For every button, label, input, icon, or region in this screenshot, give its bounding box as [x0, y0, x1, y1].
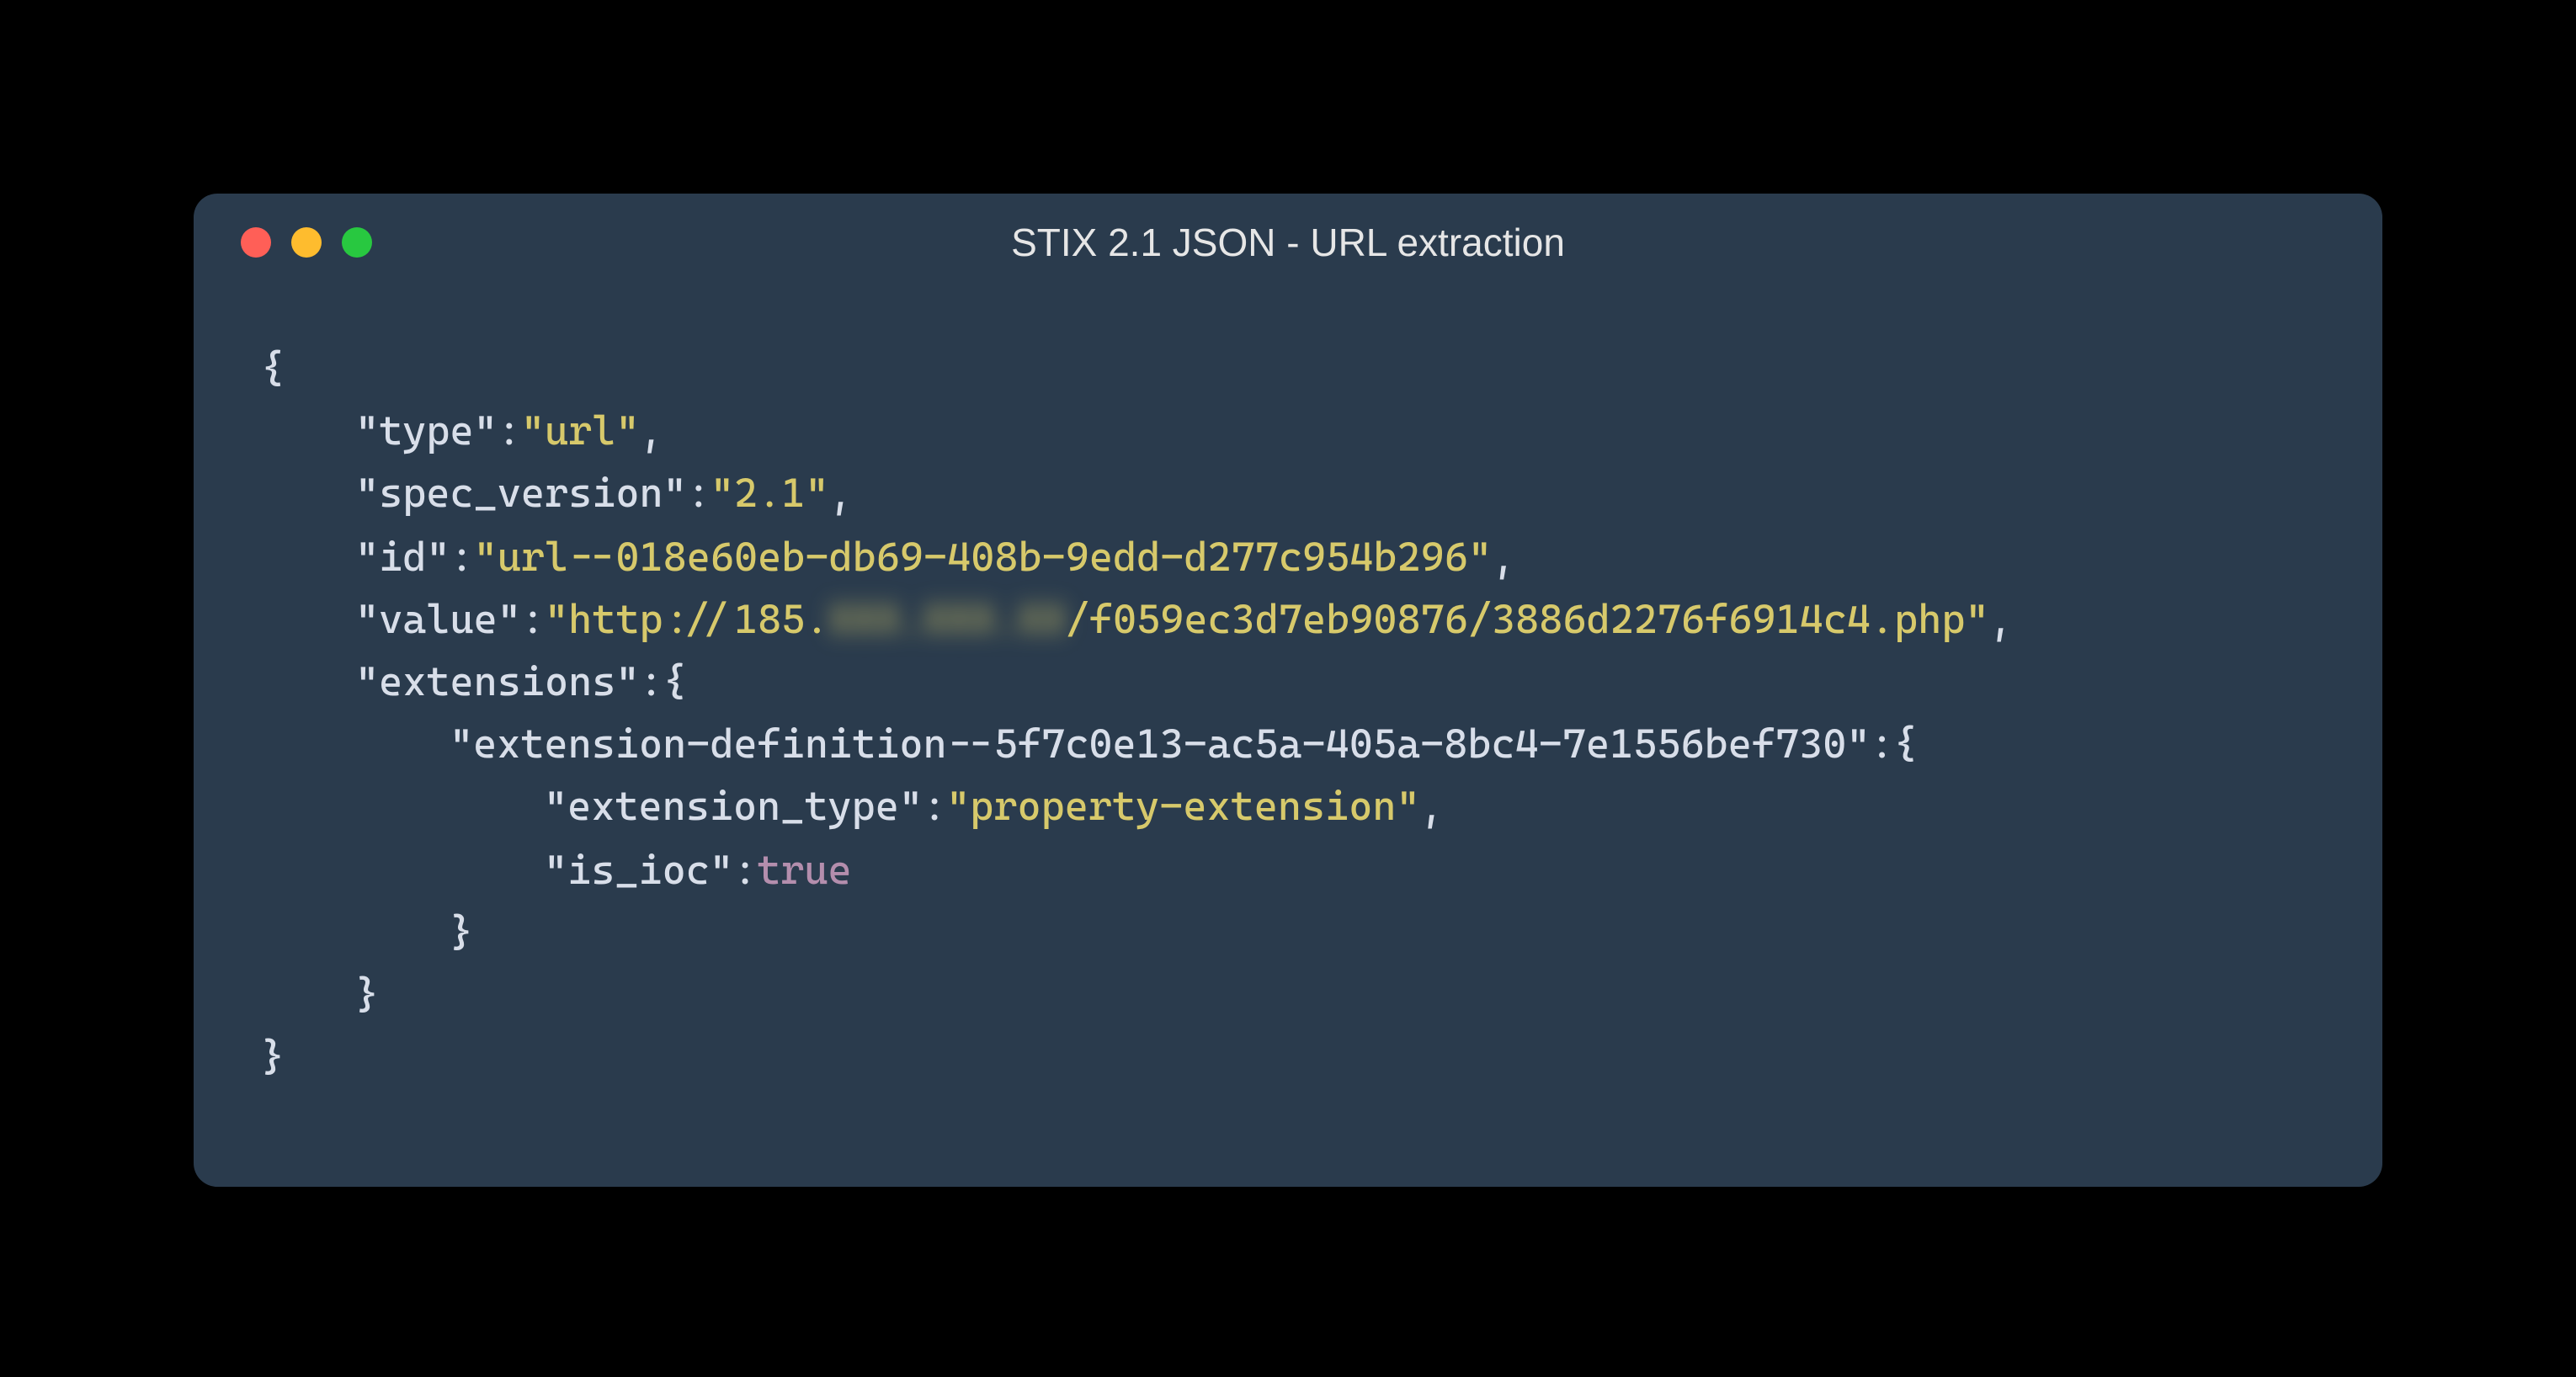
- json-key-ext-def: "extension-definition--5f7c0e13-ac5a-405…: [450, 720, 1871, 768]
- brace-open: {: [261, 345, 285, 392]
- json-key-ext-type: "extension_type": [544, 784, 923, 831]
- comma: ,: [1989, 596, 2013, 643]
- json-key-extensions: "extensions": [355, 658, 640, 705]
- json-key-is-ioc: "is_ioc": [544, 846, 733, 893]
- traffic-lights: [241, 227, 372, 258]
- brace-close: }: [355, 971, 379, 1018]
- code-block: { "type":"url", "spec_version":"2.1", "i…: [194, 291, 2382, 1137]
- stage: STIX 2.1 JSON - URL extraction { "type":…: [0, 0, 2576, 1377]
- json-key-value: "value": [355, 596, 521, 643]
- json-key-type: "type": [355, 407, 498, 455]
- colon: :: [521, 596, 545, 643]
- close-icon[interactable]: [241, 227, 271, 258]
- json-key-spec-version: "spec_version": [355, 471, 687, 518]
- colon: :: [498, 407, 521, 455]
- colon: :: [1871, 720, 1894, 768]
- colon: :: [733, 846, 757, 893]
- code-window: STIX 2.1 JSON - URL extraction { "type":…: [194, 194, 2382, 1187]
- json-val-type: "url": [521, 407, 640, 455]
- window-title: STIX 2.1 JSON - URL extraction: [194, 220, 2382, 265]
- colon: :: [640, 658, 663, 705]
- redacted-ip: XXX.XXX.XX: [829, 589, 1066, 651]
- json-val-ext-type: "property-extension": [946, 784, 1420, 831]
- comma: ,: [1420, 784, 1444, 831]
- colon: :: [450, 533, 474, 580]
- json-val-is-ioc: true: [757, 846, 852, 893]
- json-key-id: "id": [355, 533, 450, 580]
- brace-close: }: [450, 908, 473, 955]
- minimize-icon[interactable]: [291, 227, 322, 258]
- colon: :: [687, 471, 711, 518]
- brace-close: }: [261, 1034, 285, 1081]
- json-val-id: "url--018e60eb-db69-408b-9edd-d277c954b2…: [474, 533, 1492, 580]
- json-val-value-post: /f059ec3d7eb90876/3886d2276f6914c4.php": [1066, 596, 1989, 643]
- comma: ,: [829, 471, 853, 518]
- comma: ,: [1492, 533, 1515, 580]
- zoom-icon[interactable]: [342, 227, 372, 258]
- colon: :: [923, 784, 946, 831]
- json-val-value-pre: "http://185.: [545, 596, 829, 643]
- brace-open: {: [663, 658, 687, 705]
- comma: ,: [640, 407, 663, 455]
- window-titlebar: STIX 2.1 JSON - URL extraction: [194, 194, 2382, 291]
- brace-open: {: [1894, 720, 1918, 768]
- json-val-spec-version: "2.1": [711, 471, 829, 518]
